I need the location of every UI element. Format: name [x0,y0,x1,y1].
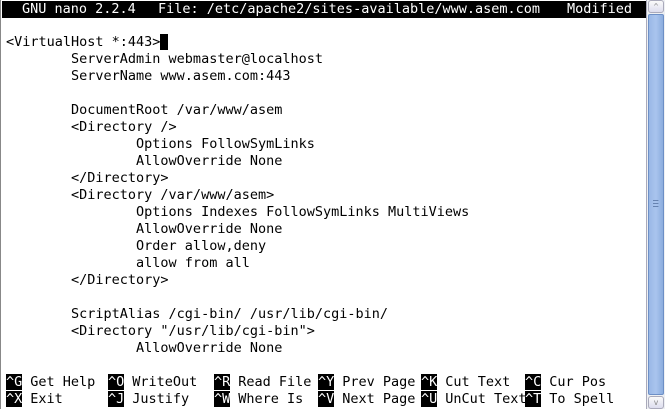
shortcut-where-is[interactable]: ^W Where Is [214,391,303,408]
code-line-text: ServerAdmin webmaster@localhost [6,51,323,67]
shortcut-get-help[interactable]: ^G Get Help [6,374,95,391]
shortcut-key: ^O [108,374,125,390]
code-line: <Directory /> [6,119,177,136]
code-line: ServerName www.asem.com:443 [6,68,290,85]
code-line-text: allow from all [6,255,250,271]
shortcut-key: ^V [318,391,335,407]
code-line-text: Options FollowSymLinks [6,136,315,152]
modified-status: Modified [567,1,633,17]
file-name: File: /etc/apache2/sites-available/www.a… [158,1,541,17]
shortcut-label: WriteOut [132,374,198,390]
code-line: <VirtualHost *:443> [6,34,169,51]
code-line: DocumentRoot /var/www/asem [6,102,282,119]
shortcut-label: Cur Pos [549,374,607,390]
code-line: </Directory> [6,272,169,289]
code-line: allow from all [6,255,250,272]
code-line-text: AllowOverride None [6,340,283,356]
shortcut-key: ^J [108,391,125,407]
shortcut-uncut-text[interactable]: ^U UnCut Text [421,391,527,408]
code-line: Order allow,deny [6,238,266,255]
shortcut-label: Next Page [342,391,416,407]
shortcut-key: ^G [6,374,23,390]
code-line-text: <Directory /var/www/asem> [6,187,275,203]
code-line-text: <VirtualHost *:443> [6,34,161,50]
scrollbar-thumb[interactable]: — — — [648,14,664,395]
scrollbar[interactable]: ^ — — — v [646,0,665,409]
nano-title-bar: GNU nano 2.2.4 File: /etc/apache2/sites-… [2,1,646,18]
shortcut-exit[interactable]: ^X Exit [6,391,63,408]
code-line: ServerAdmin webmaster@localhost [6,51,323,68]
shortcut-cut-text[interactable]: ^K Cut Text [421,374,510,391]
grip-icon: — — — [653,196,659,212]
shortcut-writeout[interactable]: ^O WriteOut [108,374,197,391]
shortcut-key: ^W [214,391,231,407]
shortcut-read-file[interactable]: ^R Read File [214,374,311,391]
code-line-text: ServerName www.asem.com:443 [6,68,291,84]
shortcut-label: UnCut Text [445,391,527,407]
code-line: AllowOverride None [6,153,282,170]
shortcut-label: Prev Page [342,374,416,390]
code-line-text: <Directory /> [6,119,177,135]
shortcut-key: ^X [6,391,23,407]
shortcut-label: Get Help [30,374,96,390]
shortcut-label: To Spell [549,391,615,407]
code-line: <Directory "/usr/lib/cgi-bin"> [6,323,315,340]
code-line-text: AllowOverride None [6,153,283,169]
shortcut-label: Read File [238,374,312,390]
app-version: GNU nano 2.2.4 [22,1,136,17]
shortcut-key: ^U [421,391,438,407]
code-line-text: AllowOverride None [6,221,283,237]
shortcut-label: Cut Text [445,374,511,390]
code-line: </Directory> [6,170,169,187]
shortcut-key: ^T [525,391,542,407]
code-line: Options Indexes FollowSymLinks MultiView… [6,204,469,221]
shortcut-label: Justify [132,391,190,407]
shortcut-justify[interactable]: ^J Justify [108,391,189,408]
text-cursor [160,34,169,50]
code-line-text: Options Indexes FollowSymLinks MultiView… [6,204,470,220]
shortcut-cur-pos[interactable]: ^C Cur Pos [525,374,606,391]
shortcut-label: Where Is [238,391,304,407]
shortcut-key: ^K [421,374,438,390]
code-line: AllowOverride None [6,221,282,238]
code-line-text: <Directory "/usr/lib/cgi-bin"> [6,323,315,339]
shortcut-key: ^C [525,374,542,390]
shortcut-prev-page[interactable]: ^Y Prev Page [318,374,415,391]
code-line-text: </Directory> [6,272,169,288]
shortcut-label: Exit [30,391,63,407]
code-line: AllowOverride None [6,340,282,357]
shortcut-to-spell[interactable]: ^T To Spell [525,391,614,408]
scroll-down-arrow-icon[interactable]: v [648,396,664,409]
shortcut-key: ^R [214,374,231,390]
scroll-up-arrow-icon[interactable]: ^ [648,0,664,13]
code-line: Options FollowSymLinks [6,136,315,153]
code-line-text: DocumentRoot /var/www/asem [6,102,283,118]
code-line-text: </Directory> [6,170,169,186]
code-line-text: ScriptAlias /cgi-bin/ /usr/lib/cgi-bin/ [6,306,389,322]
shortcut-key: ^Y [318,374,335,390]
code-line-text: Order allow,deny [6,238,267,254]
terminal-window[interactable]: GNU nano 2.2.4 File: /etc/apache2/sites-… [0,0,646,409]
code-line: ScriptAlias /cgi-bin/ /usr/lib/cgi-bin/ [6,306,388,323]
code-line: <Directory /var/www/asem> [6,187,274,204]
shortcut-next-page[interactable]: ^V Next Page [318,391,415,408]
